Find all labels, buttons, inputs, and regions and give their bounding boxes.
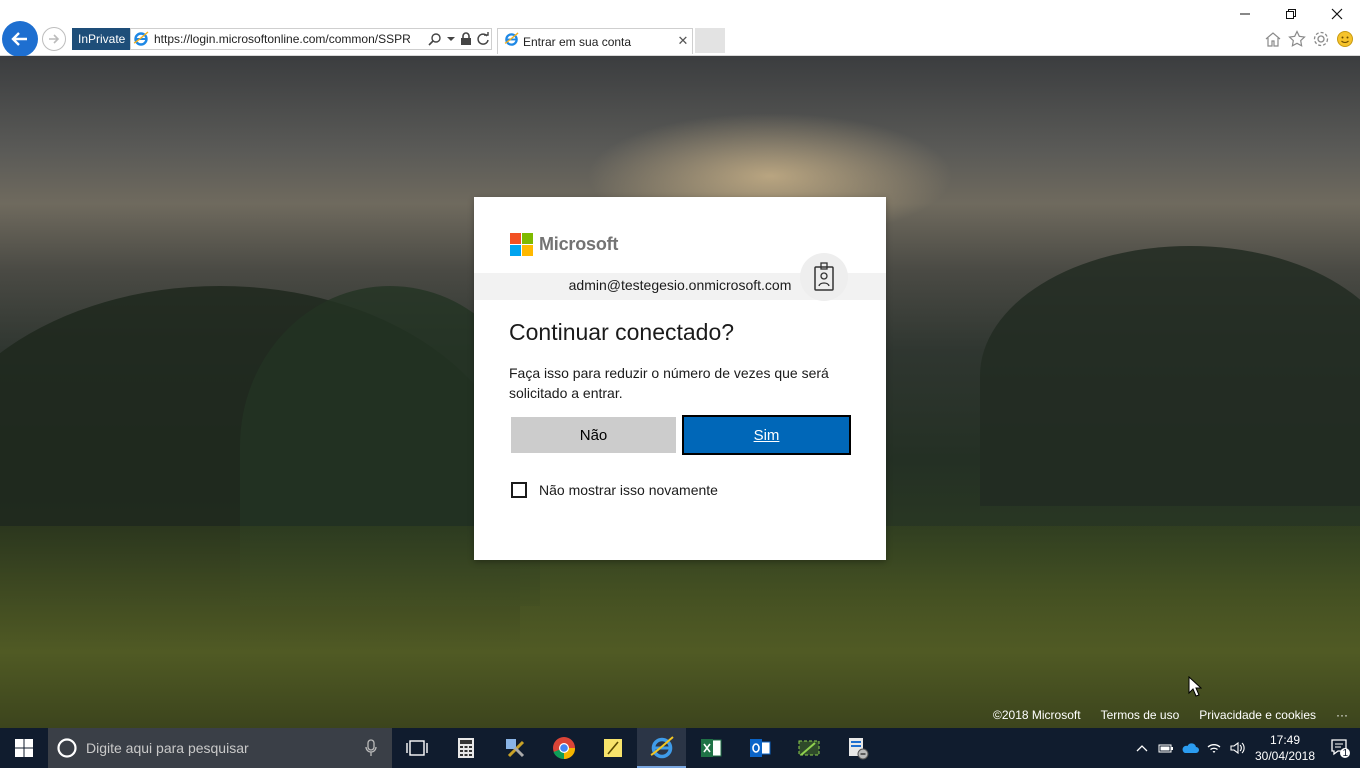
terms-link[interactable]: Termos de uso [1101,708,1180,722]
tray-network[interactable] [1202,728,1226,768]
cortana-icon [57,738,77,758]
wifi-icon [1207,744,1221,753]
chevron-down-icon[interactable] [446,34,456,44]
tray-onedrive[interactable] [1178,728,1202,768]
inprivate-badge: InPrivate [72,28,132,50]
browser-chrome: InPrivate https://login.microsoftonline.… [0,0,1360,57]
system-tray: 17:49 30/04/2018 1 [1130,728,1360,768]
chevron-up-icon [1136,745,1148,752]
page-footer: ©2018 Microsoft Termos de uso Privacidad… [993,706,1360,724]
dialog-description: Faça isso para reduzir o número de vezes… [509,365,829,401]
microsoft-squares-icon [510,233,533,256]
search-icon[interactable] [428,32,442,46]
address-bar[interactable]: https://login.microsoftonline.com/common… [130,28,492,50]
taskbar-snipping-tool[interactable] [784,728,833,768]
taskbar-chrome[interactable] [539,728,588,768]
privacy-link[interactable]: Privacidade e cookies [1199,708,1316,722]
task-view-icon [405,740,428,756]
dialog-title: Continuar conectado? [509,319,735,345]
task-view-button[interactable] [392,728,441,768]
copyright-text: ©2018 Microsoft [993,708,1081,722]
tray-battery[interactable] [1154,728,1178,768]
taskbar-search[interactable]: Digite aqui para pesquisar [48,728,392,768]
start-button[interactable] [0,728,48,768]
new-tab-button[interactable] [695,28,725,53]
more-options-icon[interactable]: ··· [1336,708,1348,722]
home-icon[interactable] [1264,30,1282,48]
close-icon [1331,8,1343,20]
search-placeholder[interactable]: Digite aqui para pesquisar [86,740,364,756]
calculator-icon [457,738,474,758]
sticky-notes-icon [603,739,622,757]
outlook-icon [749,739,770,757]
ie-page-icon [131,29,151,49]
close-tab-icon[interactable]: ✕ [674,34,692,49]
back-button[interactable] [2,21,38,57]
taskbar-excel[interactable] [686,728,735,768]
battery-icon [1158,744,1173,753]
taskbar-internet-explorer[interactable] [637,728,686,768]
tab-title: Entrar em sua conta [523,34,632,49]
windows-logo-icon [15,739,33,757]
close-window-button[interactable] [1314,0,1360,28]
chrome-icon [552,737,575,760]
dont-show-again-checkbox[interactable] [511,482,527,498]
taskbar-clock[interactable]: 17:49 30/04/2018 [1250,732,1320,764]
dont-show-again-row[interactable]: Não mostrar isso novamente [511,482,718,498]
minimize-button[interactable] [1222,0,1268,28]
taskbar-network-tool[interactable] [833,728,882,768]
smiley-feedback-icon[interactable] [1336,30,1354,48]
minimize-icon [1240,13,1250,15]
show-hidden-icons-button[interactable] [1130,728,1154,768]
refresh-icon[interactable] [476,32,490,46]
taskbar-outlook[interactable] [735,728,784,768]
forward-button[interactable] [42,27,66,51]
ie-tab-icon [504,32,519,51]
excel-icon [700,739,721,757]
restore-button[interactable] [1268,0,1314,28]
network-tool-icon [848,738,868,760]
clock-time: 17:49 [1269,733,1301,747]
microphone-icon[interactable] [364,739,378,757]
snipping-tool-icon [798,740,819,756]
notification-count: 1 [1342,748,1348,759]
arrow-right-icon [49,34,60,44]
lock-icon[interactable] [460,32,472,46]
tools-icon [505,739,524,758]
id-badge-icon [800,253,848,301]
gear-icon[interactable] [1312,30,1330,48]
action-center-button[interactable]: 1 [1320,728,1360,768]
taskbar-calculator[interactable] [441,728,490,768]
signin-dialog: Microsoft admin@testegesio.onmicrosoft.c… [474,197,886,560]
url-text[interactable]: https://login.microsoftonline.com/common… [151,32,424,46]
star-icon[interactable] [1288,30,1306,48]
microsoft-wordmark: Microsoft [539,234,619,254]
internet-explorer-icon [649,736,674,759]
tray-volume[interactable] [1226,728,1250,768]
clock-date: 30/04/2018 [1254,749,1316,763]
volume-icon [1230,741,1245,755]
dont-show-again-label[interactable]: Não mostrar isso novamente [539,482,718,498]
taskbar-sticky-notes[interactable] [588,728,637,768]
arrow-left-icon [11,32,27,46]
tab-signin[interactable]: Entrar em sua conta ✕ [497,28,693,54]
onedrive-icon [1182,743,1199,753]
restore-icon [1286,9,1296,19]
no-button[interactable]: Não [511,417,676,453]
yes-button[interactable]: Sim [682,415,851,455]
microsoft-logo: Microsoft [510,233,618,256]
taskbar-tools[interactable] [490,728,539,768]
taskbar: Digite aqui para pesquisar 17:49 30/04/2… [0,728,1360,768]
mouse-cursor-icon [1188,676,1202,697]
